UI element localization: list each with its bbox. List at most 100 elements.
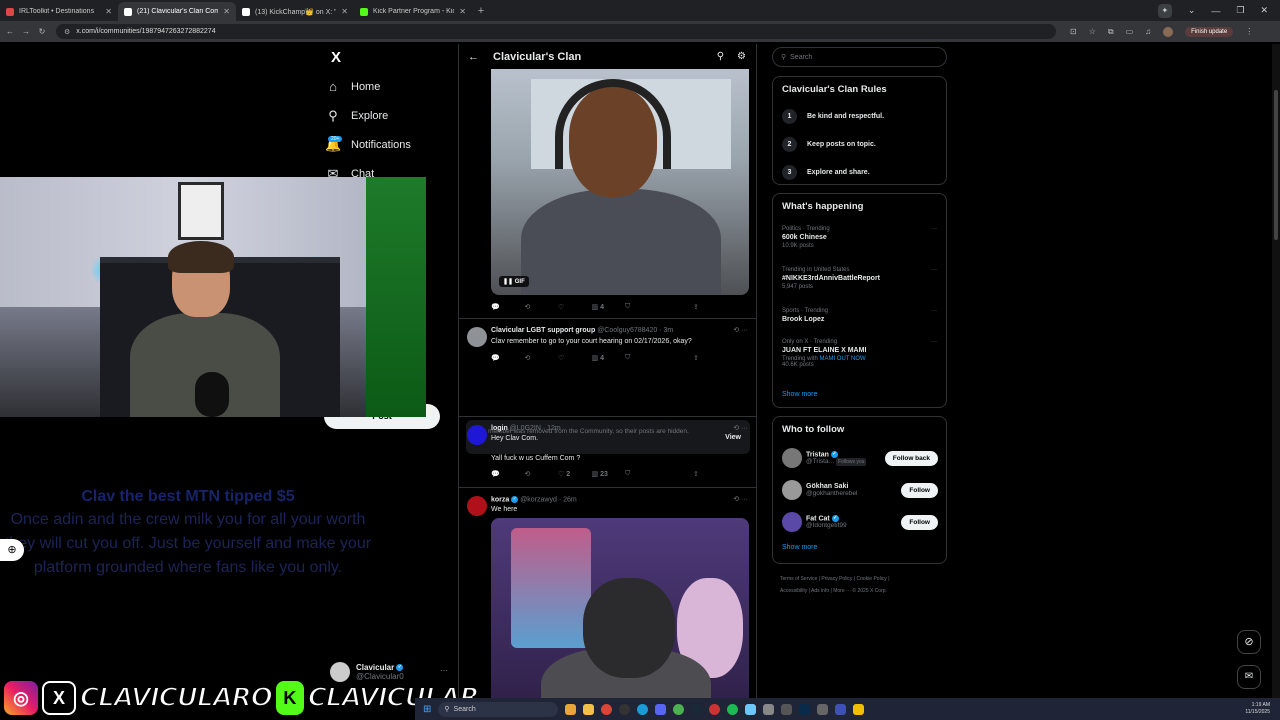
taskbar-search[interactable]: ⚲ Search <box>438 701 559 717</box>
grok-icon[interactable]: ⊘ <box>1237 630 1261 654</box>
post-handle[interactable]: @korzawyd <box>520 496 557 503</box>
views-icon[interactable]: ▥ 4 <box>592 354 626 362</box>
menu-icon[interactable]: ⋮ <box>1245 27 1253 36</box>
follow-suggestion[interactable]: Gökhan Saki @gokhantherebel Follow <box>773 474 946 506</box>
post-time[interactable]: 12m <box>547 425 561 432</box>
repost-icon[interactable]: ⟲ <box>525 470 559 478</box>
forward-icon[interactable]: → <box>20 27 32 36</box>
post-handle[interactable]: @L0G2IN <box>510 425 541 432</box>
post-author[interactable]: Clavicular LGBT support group <box>491 327 595 334</box>
finish-update-button[interactable]: Finish update <box>1185 26 1234 37</box>
share-icon[interactable]: ⇪ <box>693 470 751 478</box>
tool-icon[interactable] <box>781 703 793 715</box>
search-icon[interactable]: ⚲ <box>717 51 724 62</box>
more-icon[interactable]: ··· <box>931 339 937 345</box>
post-author[interactable]: korza <box>491 496 509 503</box>
discord-icon[interactable] <box>655 703 667 715</box>
show-more-link[interactable]: Show more <box>773 391 946 398</box>
views-icon[interactable]: ▥ 4 <box>592 303 626 311</box>
trend-item[interactable]: Only on X · Trending JUAN FT ELAINE X MA… <box>773 339 946 379</box>
bookmark-icon[interactable]: ⛉ <box>625 303 683 311</box>
post-time[interactable]: 26m <box>563 496 577 503</box>
share-icon[interactable]: ⇪ <box>693 303 751 311</box>
follow-suggestion[interactable]: Fat Cat ✓ @Idontgetit99 Follow <box>773 506 946 538</box>
steam-icon[interactable] <box>691 703 703 715</box>
close-icon[interactable]: ✕ <box>105 7 112 16</box>
app-icon[interactable] <box>709 703 721 715</box>
close-icon[interactable]: ✕ <box>459 7 466 16</box>
tab-kick-partner[interactable]: Kick Partner Program - Kick Da ✕ <box>354 2 472 21</box>
scrollbar[interactable] <box>1272 44 1280 698</box>
minimize-icon[interactable]: — <box>1211 6 1220 16</box>
gif-media[interactable]: ❚❚ GIF <box>491 69 749 295</box>
like-icon[interactable]: ♡ 2 <box>558 470 592 478</box>
bookmark-icon[interactable]: ⛉ <box>625 470 683 478</box>
like-icon[interactable]: ♡ <box>558 303 592 311</box>
post-time[interactable]: 3m <box>663 327 673 334</box>
footer-link[interactable]: Accessibility <box>780 588 807 594</box>
like-icon[interactable]: ♡ <box>558 354 592 362</box>
trend-item[interactable]: Sports · Trending Brook Lopez ··· <box>773 308 946 339</box>
chrome-icon[interactable] <box>673 703 685 715</box>
footer-link[interactable]: Terms of Service <box>780 576 817 582</box>
follow-suggestion[interactable]: Tristan ✓ @Trista... Follows you Follow b… <box>773 442 946 474</box>
system-clock[interactable]: 1:19 AM 11/15/2025 <box>1245 702 1280 716</box>
search-input[interactable]: ⚲ Search <box>772 47 947 67</box>
footer-link[interactable]: Ads info <box>811 588 829 594</box>
windows-start-icon[interactable]: ⊞ <box>423 704 431 715</box>
sidebar-icon[interactable]: ▭ <box>1126 27 1134 36</box>
obs-icon[interactable] <box>619 703 631 715</box>
follow-button[interactable]: Follow <box>901 514 938 530</box>
reload-icon[interactable]: ↻ <box>36 27 48 36</box>
trend-item[interactable]: Trending in United States #NIKKE3rdAnniv… <box>773 267 946 298</box>
trend-item[interactable]: Politics · Trending 600k Chinese 10.9K p… <box>773 226 946 257</box>
media-icon[interactable]: ♫ <box>1145 27 1151 36</box>
post[interactable]: login @L0G2IN · 12m ⟲ ··· Hey Clav Com. … <box>459 416 756 486</box>
follow-back-button[interactable]: Follow back <box>884 450 938 466</box>
back-arrow-icon[interactable]: ← <box>468 51 479 63</box>
sparkle-icon[interactable]: ✦ <box>1157 3 1172 18</box>
gif-label[interactable]: ❚❚ GIF <box>499 276 529 287</box>
post-author[interactable]: login <box>491 425 508 432</box>
avatar[interactable] <box>1163 26 1174 37</box>
maximize-icon[interactable]: ❐ <box>1236 5 1244 16</box>
gear-icon[interactable]: ⚙ <box>737 51 746 62</box>
chevron-down-icon[interactable]: ⌄ <box>1188 5 1196 16</box>
tab-clan-community[interactable]: (21) Clavicular's Clan Commun ✕ <box>118 2 236 21</box>
more-icon[interactable]: ⟲ ··· <box>733 495 748 503</box>
spotify-icon[interactable] <box>727 703 739 715</box>
reply-icon[interactable]: 💬 <box>491 354 525 362</box>
edge-icon[interactable] <box>637 703 649 715</box>
back-icon[interactable]: ← <box>4 27 16 36</box>
show-more-link[interactable]: Show more <box>773 544 946 551</box>
tab-irltoolkit[interactable]: IRLToolkit • Destinations ✕ <box>0 2 118 21</box>
post[interactable]: Clavicular LGBT support group @Coolguy67… <box>459 318 756 372</box>
star-icon[interactable]: ☆ <box>1089 27 1096 36</box>
install-icon[interactable]: ⊡ <box>1070 27 1077 36</box>
repost-icon[interactable]: ⟲ <box>525 303 559 311</box>
close-window-icon[interactable]: ✕ <box>1260 5 1268 16</box>
more-icon[interactable]: ··· <box>931 308 937 314</box>
nav-home[interactable]: ⌂ Home <box>325 72 455 101</box>
follow-button[interactable]: Follow <box>901 482 938 498</box>
nav-notifications[interactable]: 🔔 Notifications <box>325 130 455 159</box>
repost-icon[interactable]: ⟲ <box>525 354 559 362</box>
more-icon[interactable]: ⟲ ··· <box>733 424 748 432</box>
footer-link[interactable]: More ··· <box>833 588 851 594</box>
more-icon[interactable]: ··· <box>931 267 937 273</box>
nav-explore[interactable]: ⚲ Explore <box>325 101 455 130</box>
more-icon[interactable]: ··· <box>931 226 937 232</box>
post-handle[interactable]: @Coolguy6788420 <box>597 327 657 334</box>
close-icon[interactable]: ✕ <box>341 7 348 16</box>
widgets-icon[interactable] <box>565 703 577 715</box>
url-text[interactable]: x.com/i/communities/1987947263272882274 <box>76 28 215 35</box>
extensions-icon[interactable]: ⧉ <box>1108 27 1114 37</box>
zoom-icon[interactable]: ⊕ <box>0 539 24 561</box>
scrollbar-thumb[interactable] <box>1274 90 1278 240</box>
views-icon[interactable]: ▥ 23 <box>592 470 626 478</box>
close-icon[interactable]: ✕ <box>223 7 230 16</box>
footer-link[interactable]: Privacy Policy <box>821 576 852 582</box>
app-icon[interactable] <box>835 703 847 715</box>
warning-icon[interactable] <box>853 703 865 715</box>
chrome-icon[interactable] <box>601 703 613 715</box>
